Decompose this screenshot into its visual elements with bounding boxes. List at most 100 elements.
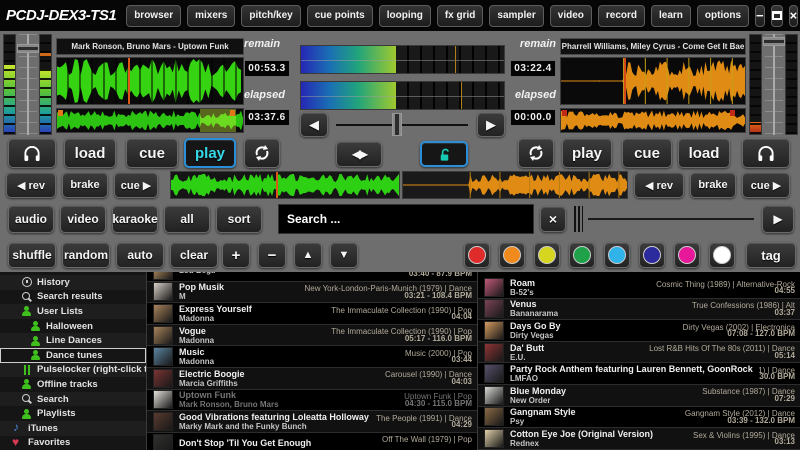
menu-pitch-key[interactable]: pitch/key bbox=[241, 5, 300, 27]
move-down-button[interactable]: ▼ bbox=[330, 242, 358, 268]
track-row[interactable]: Music Madonna Music (2000) | Pop 03:44 bbox=[147, 346, 477, 368]
sidebar-item-search[interactable]: Search bbox=[0, 392, 146, 407]
add-button[interactable]: + bbox=[222, 242, 250, 268]
track-row[interactable]: Gangnam Style Psy Gangnam Style (2012) |… bbox=[478, 407, 800, 429]
color-tag-yellow-button[interactable] bbox=[534, 242, 560, 268]
random-button[interactable]: random bbox=[62, 242, 110, 268]
sidebar-item-pulselocker-right-click-to-login[interactable]: Pulselocker (right-click to login) bbox=[0, 363, 146, 378]
track-row[interactable]: Blue Monday New Order Substance (1987) |… bbox=[478, 385, 800, 407]
color-tag-red-button[interactable] bbox=[464, 242, 490, 268]
pitch-knob[interactable] bbox=[17, 44, 39, 53]
track-row[interactable]: Vogue Madonna The Immaculate Collection … bbox=[147, 325, 477, 347]
sidebar-item-line-dances[interactable]: Line Dances bbox=[0, 333, 146, 348]
audio-button[interactable]: audio bbox=[8, 205, 54, 233]
xfader-track[interactable] bbox=[336, 124, 468, 126]
xfader-left-button[interactable]: ◀ bbox=[300, 112, 328, 137]
track-row[interactable]: Roam B-52's Cosmic Thing (1989) | Altern… bbox=[478, 277, 800, 299]
track-row[interactable]: Pop Musik M New York-London-Paris-Munich… bbox=[147, 282, 477, 304]
deck-b-scratch-waveform[interactable] bbox=[402, 171, 628, 199]
track-row[interactable]: Da' Butt E.U. Lost R&B Hits Of The 80s (… bbox=[478, 342, 800, 364]
deck-b-overview-waveform[interactable] bbox=[560, 108, 746, 133]
menu-video[interactable]: video bbox=[550, 5, 592, 27]
sort-button[interactable]: sort bbox=[216, 205, 262, 233]
menu-cue-points[interactable]: cue points bbox=[307, 5, 373, 27]
deck-a-main-waveform[interactable] bbox=[56, 57, 244, 105]
sidebar-item-history[interactable]: History bbox=[0, 275, 146, 290]
deck-b-main-waveform[interactable] bbox=[560, 57, 746, 105]
close-button[interactable]: × bbox=[789, 5, 799, 27]
karaoke-button[interactable]: karaoke bbox=[112, 205, 158, 233]
deck-a-scratch-waveform[interactable] bbox=[170, 171, 400, 199]
key-lock-button[interactable] bbox=[420, 141, 468, 167]
deck-a-headphones-button[interactable] bbox=[8, 138, 56, 168]
xfader-knob[interactable] bbox=[392, 113, 402, 136]
track-row[interactable]: Days Go By Dirty Vegas Dirty Vegas (2002… bbox=[478, 320, 800, 342]
spectral-strip-b[interactable] bbox=[300, 81, 505, 110]
pitch-knob[interactable] bbox=[763, 37, 785, 46]
deck-a-overview-waveform[interactable] bbox=[56, 108, 244, 133]
all-button[interactable]: all bbox=[164, 205, 210, 233]
tag-button[interactable]: tag bbox=[746, 242, 796, 268]
menu-mixers[interactable]: mixers bbox=[187, 5, 235, 27]
track-row[interactable]: Express Yourself Madonna The Immaculate … bbox=[147, 303, 477, 325]
color-tag-green-button[interactable] bbox=[569, 242, 595, 268]
sidebar-item-itunes[interactable]: iTunes bbox=[0, 421, 146, 436]
sidebar-item-offline-tracks[interactable]: Offline tracks bbox=[0, 377, 146, 392]
deck-a-reverse-button[interactable]: ◀ rev bbox=[6, 172, 56, 198]
menu-sampler[interactable]: sampler bbox=[489, 5, 543, 27]
track-row[interactable]: Party Rock Anthem featuring Lauren Benne… bbox=[478, 363, 800, 385]
deck-a-cue-button[interactable]: cue bbox=[126, 138, 178, 168]
color-tag-magenta-button[interactable] bbox=[674, 242, 700, 268]
deck-b-reverse-button[interactable]: ◀ rev bbox=[634, 172, 684, 198]
sidebar-item-user-lists[interactable]: User Lists bbox=[0, 304, 146, 319]
deck-b-pitch-slider[interactable] bbox=[765, 34, 783, 135]
menu-options[interactable]: options bbox=[697, 5, 749, 27]
minimize-button[interactable]: − bbox=[755, 5, 765, 27]
deck-a-pitch-slider[interactable] bbox=[19, 34, 37, 135]
track-row[interactable]: Uptown Funk Mark Ronson, Bruno Mars Upto… bbox=[147, 390, 477, 412]
track-row[interactable]: Good Vibrations featuring Loleatta Hollo… bbox=[147, 411, 477, 433]
menu-browser[interactable]: browser bbox=[126, 5, 181, 27]
spectral-strip-a[interactable] bbox=[300, 45, 505, 74]
sidebar-item-dance-tunes[interactable]: Dance tunes bbox=[0, 348, 146, 363]
auto-button[interactable]: auto bbox=[116, 242, 164, 268]
video-button[interactable]: video bbox=[60, 205, 106, 233]
color-tag-white-button[interactable] bbox=[709, 242, 735, 268]
track-row[interactable]: Venus Bananarama True Confessions (1986)… bbox=[478, 299, 800, 321]
deck-b-headphones-button[interactable] bbox=[742, 138, 790, 168]
sidebar-item-search-results[interactable]: Search results bbox=[0, 290, 146, 305]
deck-b-load-button[interactable]: load bbox=[678, 138, 730, 168]
sidebar-item-halloween[interactable]: Halloween bbox=[0, 319, 146, 334]
maximize-button[interactable] bbox=[771, 5, 783, 27]
move-up-button[interactable]: ▲ bbox=[294, 242, 322, 268]
deck-b-cue-forward-button[interactable]: cue ▶ bbox=[742, 172, 790, 198]
track-row[interactable]: Cotton Eye Joe (Original Version) Rednex… bbox=[478, 428, 800, 450]
preview-play-button[interactable]: ▶ bbox=[762, 205, 794, 233]
color-tag-cyan-button[interactable] bbox=[604, 242, 630, 268]
deck-b-loop-button[interactable] bbox=[518, 138, 554, 168]
deck-a-brake-button[interactable]: brake bbox=[62, 172, 108, 198]
deck-a-play-button[interactable]: play bbox=[184, 138, 236, 168]
color-tag-orange-button[interactable] bbox=[499, 242, 525, 268]
deck-b-brake-button[interactable]: brake bbox=[690, 172, 736, 198]
xfader-right-button[interactable]: ▶ bbox=[477, 112, 505, 137]
nudge-button[interactable]: ◀▶ bbox=[336, 141, 382, 167]
deck-a-loop-button[interactable] bbox=[244, 138, 280, 168]
deck-a-cue-forward-button[interactable]: cue ▶ bbox=[114, 172, 158, 198]
search-input[interactable] bbox=[279, 205, 533, 233]
color-tag-blue-button[interactable] bbox=[639, 242, 665, 268]
menu-learn[interactable]: learn bbox=[651, 5, 691, 27]
list-zoom-slider[interactable] bbox=[574, 206, 754, 232]
deck-b-play-button[interactable]: play bbox=[562, 138, 612, 168]
sidebar-item-playlists[interactable]: Playlists bbox=[0, 406, 146, 421]
menu-record[interactable]: record bbox=[598, 5, 645, 27]
remove-button[interactable]: − bbox=[258, 242, 286, 268]
slider-handle[interactable] bbox=[574, 206, 583, 232]
track-row[interactable]: Electric Boogie Marcia Griffiths Carouse… bbox=[147, 368, 477, 390]
deck-a-load-button[interactable]: load bbox=[64, 138, 116, 168]
menu-fx-grid[interactable]: fx grid bbox=[437, 5, 484, 27]
menu-looping[interactable]: looping bbox=[379, 5, 431, 27]
track-row[interactable]: Lou Bega 03:40 - 87.9 BPM bbox=[147, 272, 477, 282]
deck-b-cue-button[interactable]: cue bbox=[622, 138, 672, 168]
clear-search-button[interactable]: × bbox=[540, 206, 566, 232]
